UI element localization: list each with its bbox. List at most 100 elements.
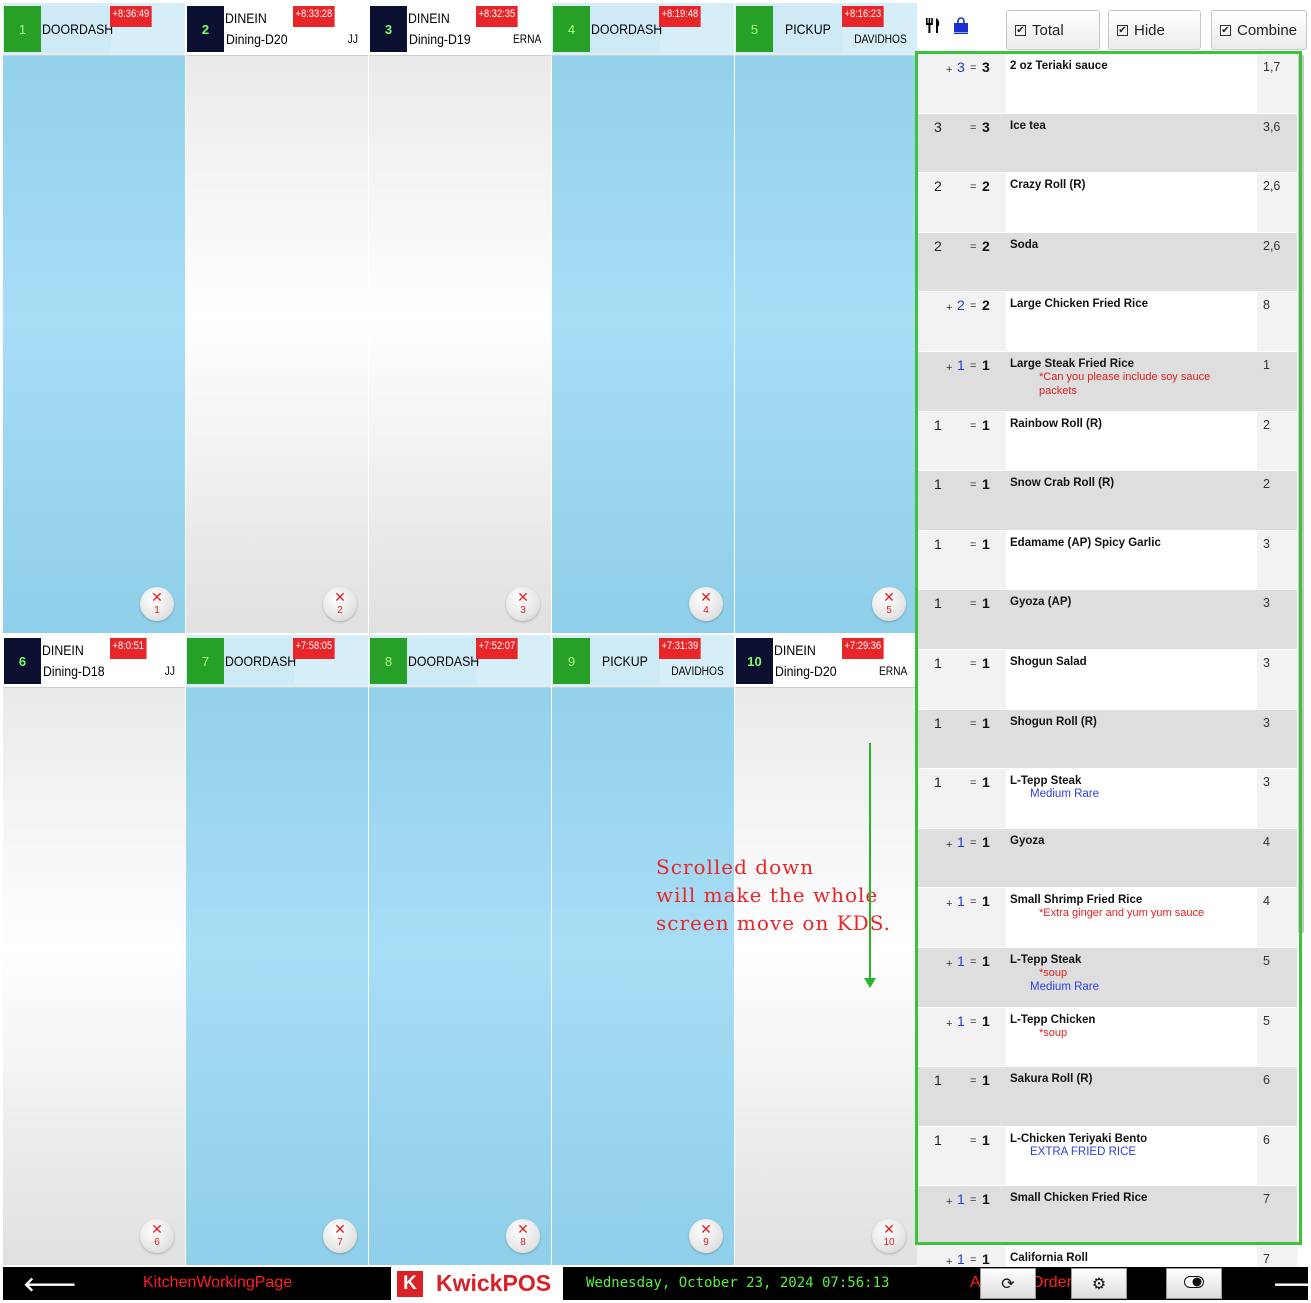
bump-button[interactable]: ✕ 7 [323, 1219, 357, 1253]
item-details: Snow Crab Roll (R) [1006, 471, 1257, 530]
item-row[interactable]: +1 = 1 L-Tepp Steak *soup Medium Rare 5 [917, 947, 1297, 1008]
total-toggle-button[interactable]: ✔ Total [1006, 10, 1100, 50]
item-row[interactable]: +1 = 1 L-Tepp Chicken *soup 5 [917, 1007, 1297, 1068]
item-row[interactable]: +1 = 1 Large Steak Fried Rice *Can you pleas… [917, 351, 1297, 412]
item-row[interactable]: 1 = 1 L-Chicken Teriyaki Bento EXTRA FRIED R… [917, 1126, 1297, 1187]
order-tile-header[interactable]: 5 PICKUP +8:16:23 DAVIDHOS [735, 3, 917, 56]
bump-button[interactable]: ✕ 9 [689, 1219, 723, 1253]
new-indicator: + [946, 361, 953, 374]
order-type: PICKUP [785, 21, 831, 37]
order-tile[interactable]: 5 PICKUP +8:16:23 DAVIDHOS ✕ 5 [735, 3, 917, 633]
order-tile-header[interactable]: 6 DINEIN Dining-D18 +8:0:51 JJ [3, 635, 185, 688]
total-quantity: 3 [982, 118, 990, 135]
item-row[interactable]: 1 = 1 Edamame (AP) Spicy Garlic 3 [917, 530, 1297, 591]
elapsed-minutes: 6 [1263, 1073, 1270, 1088]
order-tile[interactable]: 7 DOORDASH +7:58:05 ✕ 7 [186, 635, 368, 1265]
new-quantity: 1 [957, 833, 965, 850]
bump-button[interactable]: ✕ 5 [872, 587, 906, 621]
bump-button[interactable]: ✕ 10 [872, 1219, 906, 1253]
bump-button[interactable]: ✕ 3 [506, 587, 540, 621]
bump-button[interactable]: ✕ 2 [323, 587, 357, 621]
close-icon: ✕ [151, 589, 163, 605]
item-row[interactable]: 1 = 1 Shogun Salad 3 [917, 649, 1297, 710]
item-details: 2 oz Teriaki sauce [1006, 54, 1257, 113]
item-row[interactable]: +3 = 3 2 oz Teriaki sauce 1,7 [917, 54, 1297, 114]
item-row[interactable]: 2 = 2 Crazy Roll (R) 2,6 [917, 173, 1297, 233]
item-name: Small Chicken Fried Rice [1010, 1192, 1148, 1205]
order-tile[interactable]: 9 PICKUP +7:31:39 DAVIDHOS ✕ 9 [552, 635, 734, 1265]
bump-button[interactable]: ✕ 8 [506, 1219, 540, 1253]
settings-button[interactable]: ⚙ [1071, 1268, 1127, 1299]
bump-button[interactable]: ✕ 1 [140, 587, 174, 621]
quantity-cell: 2 = 2 [917, 173, 1004, 232]
elapsed-minutes: 3 [1263, 655, 1270, 670]
order-timer: +7:31:39 [659, 638, 701, 659]
arrow-right-icon[interactable]: 🡒 [1273, 1272, 1311, 1297]
item-summary-list[interactable]: +3 = 3 2 oz Teriaki sauce 1,7 3 = 3 Ice tea 3,6 2 =… [917, 54, 1297, 1299]
item-row[interactable]: 1 = 1 Gyoza (AP) 3 [917, 590, 1297, 650]
order-timer: +8:19:48 [659, 6, 701, 27]
bump-button[interactable]: ✕ 6 [140, 1219, 174, 1253]
item-row[interactable]: 2 = 2 Soda 2,6 [917, 232, 1297, 293]
arrow-left-icon[interactable]: 🡐 [23, 1272, 77, 1297]
new-indicator: + [946, 1196, 953, 1209]
item-row[interactable]: +2 = 2 Large Chicken Fried Rice 8 [917, 292, 1297, 352]
total-quantity: 1 [982, 1191, 990, 1208]
item-row[interactable]: +1 = 1 Small Shrimp Fried Rice *Extra ginger… [917, 888, 1297, 948]
new-quantity: 1 [957, 1012, 965, 1029]
item-row[interactable]: +1 = 1 Small Chicken Fried Rice 7 [917, 1186, 1297, 1246]
item-details: Soda [1006, 232, 1257, 292]
order-tile[interactable]: 3 DINEIN Dining-D19 +8:32:35 ERNA ✕ 3 [369, 3, 551, 633]
order-tile[interactable]: 6 DINEIN Dining-D18 +8:0:51 JJ ✕ 6 [3, 635, 185, 1265]
combine-toggle-button[interactable]: ✔ Combine [1211, 10, 1307, 50]
fork-knife-icon[interactable] [925, 17, 941, 39]
scrollbar-thumb[interactable] [1298, 54, 1304, 934]
total-quantity: 1 [982, 535, 990, 552]
toggle-button[interactable] [1166, 1268, 1222, 1299]
item-name: Shogun Salad [1010, 655, 1087, 668]
item-details: Small Chicken Fried Rice [1006, 1186, 1257, 1245]
item-row[interactable]: 1 = 1 Shogun Roll (R) 3 [917, 709, 1297, 770]
new-quantity: 1 [957, 952, 965, 969]
shopping-bag-icon[interactable] [953, 17, 969, 39]
equals-sign: = [970, 598, 977, 611]
order-tile[interactable]: 10 DINEIN Dining-D20 +7:29:36 ERNA ✕ 10 [735, 635, 917, 1265]
order-tile[interactable]: 8 DOORDASH +7:52:07 ✕ 8 [369, 635, 551, 1265]
order-tile-header[interactable]: 9 PICKUP +7:31:39 DAVIDHOS [552, 635, 734, 688]
item-details: Rainbow Roll (R) [1006, 411, 1257, 471]
item-details: Gyoza [1006, 828, 1257, 888]
quantity-cell: 2 = 2 [917, 233, 1004, 292]
order-tile-header[interactable]: 8 DOORDASH +7:52:07 [369, 635, 551, 688]
order-tile-header[interactable]: 4 DOORDASH +8:19:48 [552, 3, 734, 56]
equals-sign: = [970, 1015, 977, 1028]
equals-sign: = [970, 300, 977, 313]
hide-toggle-button[interactable]: ✔ Hide [1108, 10, 1201, 50]
order-tile-header[interactable]: 3 DINEIN Dining-D19 +8:32:35 ERNA [369, 3, 551, 56]
item-name: Edamame (AP) Spicy Garlic [1010, 536, 1161, 549]
elapsed-minutes: 1 [1263, 357, 1270, 372]
item-row[interactable]: 1 = 1 L-Tepp Steak Medium Rare 3 [917, 769, 1297, 829]
item-row[interactable]: 1 = 1 Rainbow Roll (R) 2 [917, 411, 1297, 472]
new-indicator: + [946, 898, 953, 911]
order-number: 7 [187, 638, 224, 684]
order-tile-header[interactable]: 7 DOORDASH +7:58:05 [186, 635, 368, 688]
refresh-button[interactable]: ⟳ [980, 1268, 1036, 1299]
bump-button[interactable]: ✕ 4 [689, 587, 723, 621]
order-tile-header[interactable]: 2 DINEIN Dining-D20 +8:33:28 JJ [186, 3, 368, 56]
annotation-line: Scrolled down [656, 855, 815, 879]
equals-sign: = [970, 62, 977, 74]
order-tile-header[interactable]: 1 DOORDASH +8:36:49 [3, 3, 185, 56]
item-row[interactable]: 1 = 1 Snow Crab Roll (R) 2 [917, 471, 1297, 531]
item-row[interactable]: 1 = 1 Sakura Roll (R) 6 [917, 1067, 1297, 1127]
order-tile-header[interactable]: 10 DINEIN Dining-D20 +7:29:36 ERNA [735, 635, 917, 688]
equals-sign: = [970, 1134, 977, 1147]
new-quantity: 1 [957, 893, 965, 910]
server-name: JJ [347, 32, 358, 46]
order-tile[interactable]: 4 DOORDASH +8:19:48 ✕ 4 [552, 3, 734, 633]
item-row[interactable]: +1 = 1 Gyoza 4 [917, 828, 1297, 889]
item-row[interactable]: 3 = 3 Ice tea 3,6 [917, 113, 1297, 174]
server-name: ERNA [512, 32, 541, 46]
item-name: Crazy Roll (R) [1010, 179, 1086, 192]
order-tile[interactable]: 2 DINEIN Dining-D20 +8:33:28 JJ ✕ 2 [186, 3, 368, 633]
order-tile[interactable]: 1 DOORDASH +8:36:49 ✕ 1 [3, 3, 185, 633]
